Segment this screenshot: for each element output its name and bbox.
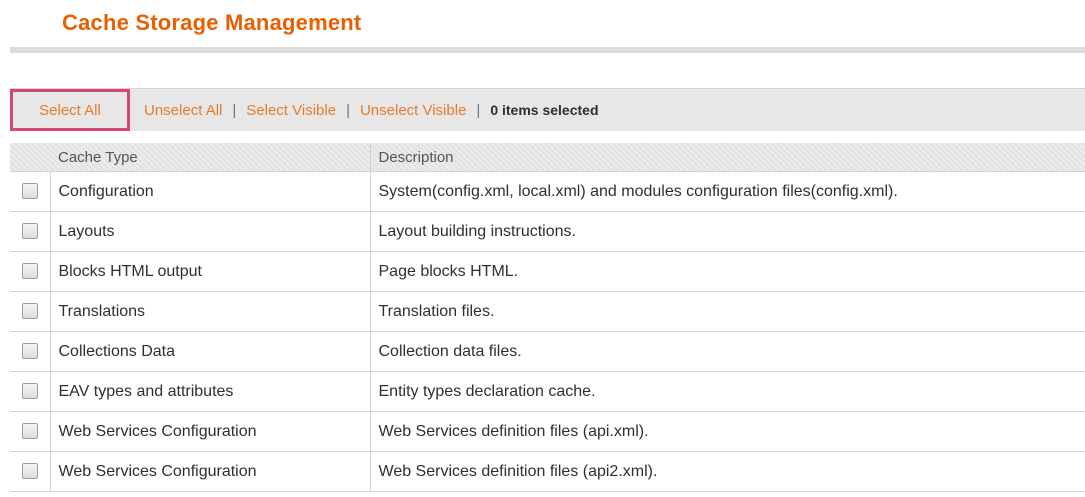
separator: | xyxy=(232,101,237,119)
table-row[interactable]: Translations Translation files. xyxy=(10,291,1085,332)
checkbox-column-header xyxy=(10,143,50,172)
grid-header-row: Cache Type Description xyxy=(10,143,1085,172)
separator: | xyxy=(476,101,481,119)
table-row[interactable]: Collections Data Collection data files. xyxy=(10,331,1085,372)
select-visible-link[interactable]: Select Visible xyxy=(246,102,336,119)
column-header-description[interactable]: Description xyxy=(370,143,1085,172)
cache-type-cell: Web Services Configuration xyxy=(49,451,371,492)
description-cell: Entity types declaration cache. xyxy=(370,371,1085,412)
title-divider xyxy=(10,47,1085,53)
row-checkbox[interactable] xyxy=(21,383,38,400)
items-selected-count: 0 items selected xyxy=(490,102,599,118)
row-checkbox-cell xyxy=(10,171,50,212)
cache-type-cell: Blocks HTML output xyxy=(49,251,371,292)
description-cell: Translation files. xyxy=(370,291,1085,332)
row-checkbox[interactable] xyxy=(21,423,38,440)
table-row[interactable]: Layouts Layout building instructions. xyxy=(10,211,1085,252)
cache-type-cell: Configuration xyxy=(49,171,371,212)
cache-type-cell: Layouts xyxy=(49,211,371,252)
massaction-bar: Select All Unselect All | Select Visible… xyxy=(10,88,1085,131)
description-cell: Web Services definition files (api.xml). xyxy=(370,411,1085,452)
separator: | xyxy=(346,101,350,119)
row-checkbox-cell xyxy=(10,411,50,452)
description-cell: Web Services definition files (api2.xml)… xyxy=(370,451,1085,492)
row-checkbox[interactable] xyxy=(21,223,38,240)
cache-grid: Cache Type Description Configuration Syst… xyxy=(10,143,1085,492)
cache-type-cell: Translations xyxy=(49,291,371,332)
cache-type-cell: Collections Data xyxy=(49,331,371,372)
column-header-cache-type[interactable]: Cache Type xyxy=(50,143,371,172)
row-checkbox-cell xyxy=(10,331,50,372)
row-checkbox[interactable] xyxy=(21,263,38,280)
page-title: Cache Storage Management xyxy=(62,10,362,35)
cache-type-cell: EAV types and attributes xyxy=(49,371,371,412)
row-checkbox-cell xyxy=(10,211,50,252)
select-all-link[interactable]: Select All xyxy=(39,102,101,119)
table-row[interactable]: Configuration System(config.xml, local.xm… xyxy=(10,171,1085,212)
description-cell: Collection data files. xyxy=(370,331,1085,372)
description-cell: Layout building instructions. xyxy=(370,211,1085,252)
row-checkbox-cell xyxy=(10,451,50,492)
row-checkbox-cell xyxy=(10,291,50,332)
row-checkbox-cell xyxy=(10,371,50,412)
description-cell: Page blocks HTML. xyxy=(370,251,1085,292)
unselect-all-link[interactable]: Unselect All xyxy=(144,102,222,119)
table-row[interactable]: Web Services Configuration Web Services d… xyxy=(10,411,1085,452)
table-row[interactable]: Blocks HTML output Page blocks HTML. xyxy=(10,251,1085,292)
row-checkbox[interactable] xyxy=(21,343,38,360)
row-checkbox-cell xyxy=(10,251,50,292)
table-row[interactable]: Web Services Configuration Web Services d… xyxy=(10,451,1085,492)
table-row[interactable]: EAV types and attributes Entity types dec… xyxy=(10,371,1085,412)
unselect-visible-link[interactable]: Unselect Visible xyxy=(360,102,466,119)
description-cell: System(config.xml, local.xml) and module… xyxy=(370,171,1085,212)
select-all-highlight: Select All xyxy=(10,89,130,131)
cache-type-cell: Web Services Configuration xyxy=(49,411,371,452)
row-checkbox[interactable] xyxy=(21,183,38,200)
row-checkbox[interactable] xyxy=(21,463,38,480)
row-checkbox[interactable] xyxy=(21,303,38,320)
